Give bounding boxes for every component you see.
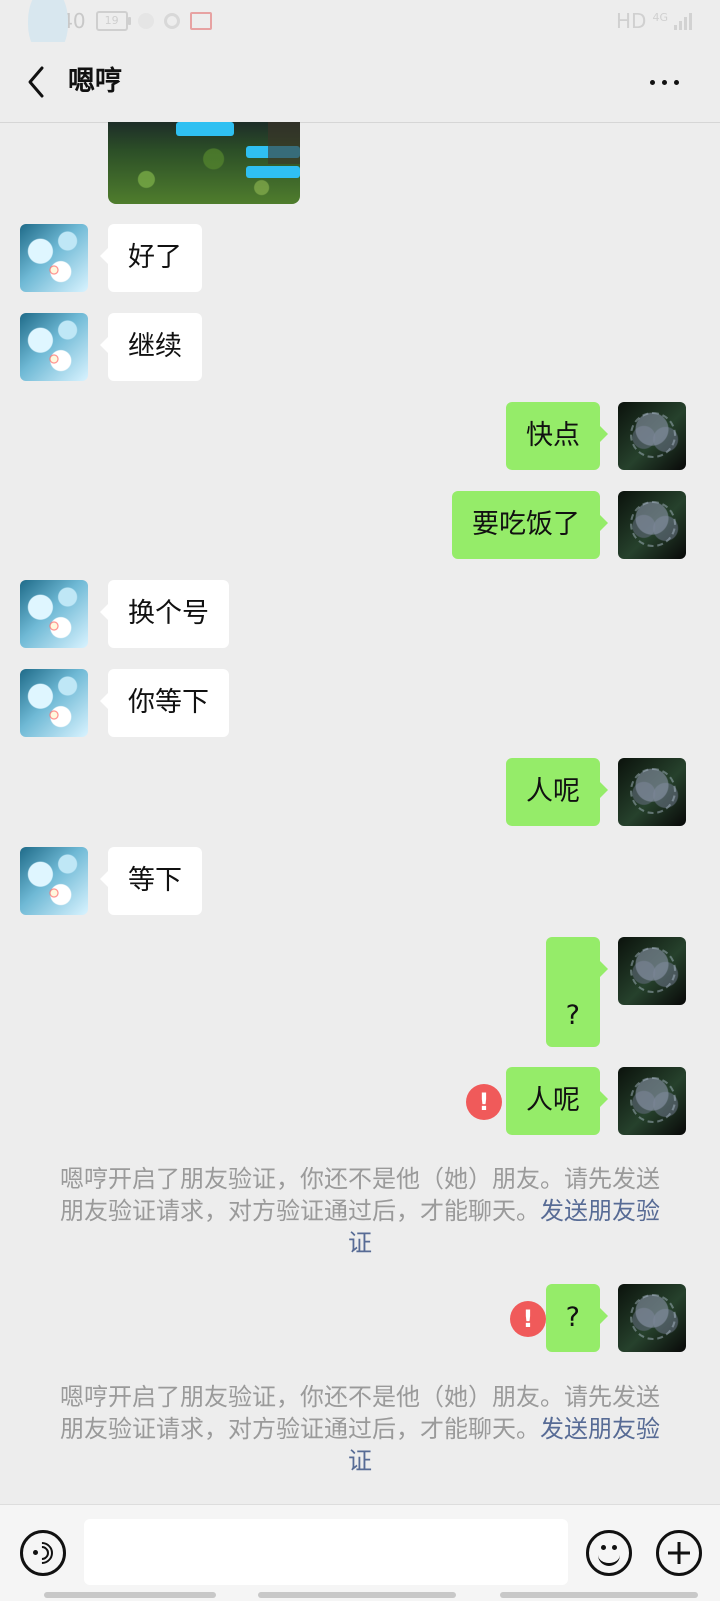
error-icon[interactable]: !: [466, 1084, 502, 1120]
message-row: ! 人呢: [0, 1067, 720, 1137]
chat-message-bubble: 换个号: [100, 580, 229, 648]
page-title: 嗯哼: [68, 66, 122, 97]
avatar[interactable]: [618, 491, 686, 559]
message-row: 等下: [0, 847, 720, 917]
shared-image[interactable]: [108, 122, 300, 204]
chat-message-bubble: 快点: [506, 402, 608, 470]
chat-message-bubble: 好了: [100, 224, 202, 292]
network-type-label: 4G: [652, 10, 668, 24]
message-row: 好了: [0, 224, 720, 294]
chat-message-bubble: ?: [545, 1284, 609, 1352]
emoji-icon[interactable]: [586, 1530, 632, 1576]
status-left: 18:40 19: [28, 0, 212, 55]
error-icon[interactable]: !: [510, 1301, 546, 1337]
avatar[interactable]: [618, 937, 686, 1005]
chat-header: 嗯哼: [0, 42, 720, 123]
game-chip-bottom: [246, 166, 300, 178]
avatar[interactable]: [20, 224, 88, 292]
status-bar: 18:40 19 HD 4G: [0, 0, 720, 55]
message-input-bar: [0, 1504, 720, 1601]
status-right: HD 4G: [616, 9, 692, 33]
avatar[interactable]: [20, 847, 88, 915]
chat-message-bubble: 人呢: [506, 1067, 608, 1135]
chat-notification-icon: [137, 13, 154, 29]
nav-indicator: [500, 1592, 698, 1598]
message-row: 你等下: [0, 669, 720, 739]
nav-indicator: [44, 1592, 216, 1598]
message-row: 人呢: [0, 758, 720, 828]
network-label: HD: [616, 9, 647, 33]
battery-icon: 19: [95, 11, 131, 31]
signal-icon: [674, 12, 692, 30]
avatar[interactable]: [20, 580, 88, 648]
system-notice: 嗯哼开启了朋友验证，你还不是他（她）朋友。请先发送朋友验证请求，对方验证通过后，…: [56, 1163, 664, 1259]
message-input[interactable]: [84, 1519, 568, 1585]
chat-message-bubble: 人呢: [506, 758, 608, 826]
avatar[interactable]: [618, 1067, 686, 1135]
mail-notification-icon: [189, 12, 212, 30]
message-row: 换个号: [0, 580, 720, 650]
avatar[interactable]: [20, 669, 88, 737]
chat-message-bubble: 要吃饭了: [452, 491, 608, 559]
avatar[interactable]: [618, 402, 686, 470]
game-chip-top: [176, 122, 234, 136]
chat-message-bubble: 你等下: [100, 669, 229, 737]
message-row: 继续: [0, 313, 720, 383]
tree-shape: [268, 122, 300, 164]
avatar[interactable]: [618, 758, 686, 826]
system-notice: 嗯哼开启了朋友验证，你还不是他（她）朋友。请先发送朋友验证请求，对方验证通过后，…: [56, 1381, 664, 1477]
message-row: 要吃饭了: [0, 491, 720, 561]
avatar[interactable]: [20, 313, 88, 381]
chat-message-bubble: ?: [545, 937, 609, 1047]
message-row: ?: [0, 937, 720, 1047]
message-row: 快点: [0, 402, 720, 472]
plus-icon[interactable]: [656, 1530, 702, 1576]
nav-indicator: [258, 1592, 456, 1598]
search-notification-icon: [163, 13, 180, 29]
chat-message-bubble: 继续: [100, 313, 202, 381]
back-icon[interactable]: [22, 64, 50, 100]
bottom-navigation-indicator: [44, 1592, 698, 1600]
message-row: ! ?: [0, 1284, 720, 1354]
avatar[interactable]: [618, 1284, 686, 1352]
chat-message-bubble: 等下: [100, 847, 202, 915]
voice-icon[interactable]: [20, 1530, 66, 1576]
more-icon[interactable]: [650, 72, 690, 92]
